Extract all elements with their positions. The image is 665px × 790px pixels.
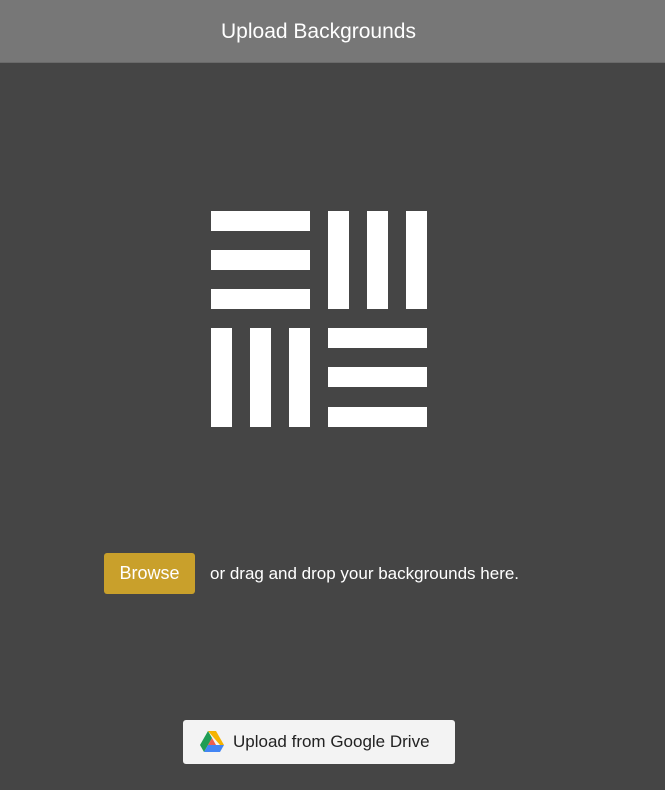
dialog-header: Upload Backgrounds — [0, 0, 665, 63]
google-drive-icon — [200, 731, 224, 752]
google-drive-label: Upload from Google Drive — [233, 732, 430, 751]
dialog-title: Upload Backgrounds — [221, 20, 416, 43]
drop-zone[interactable]: Browse or drag and drop your backgrounds… — [104, 553, 519, 594]
upload-from-google-drive-button[interactable]: Upload from Google Drive — [183, 720, 455, 764]
drop-instructions: or drag and drop your backgrounds here. — [210, 563, 520, 583]
browse-button[interactable]: Browse — [104, 553, 195, 594]
basketweave-logo-icon — [211, 211, 427, 427]
